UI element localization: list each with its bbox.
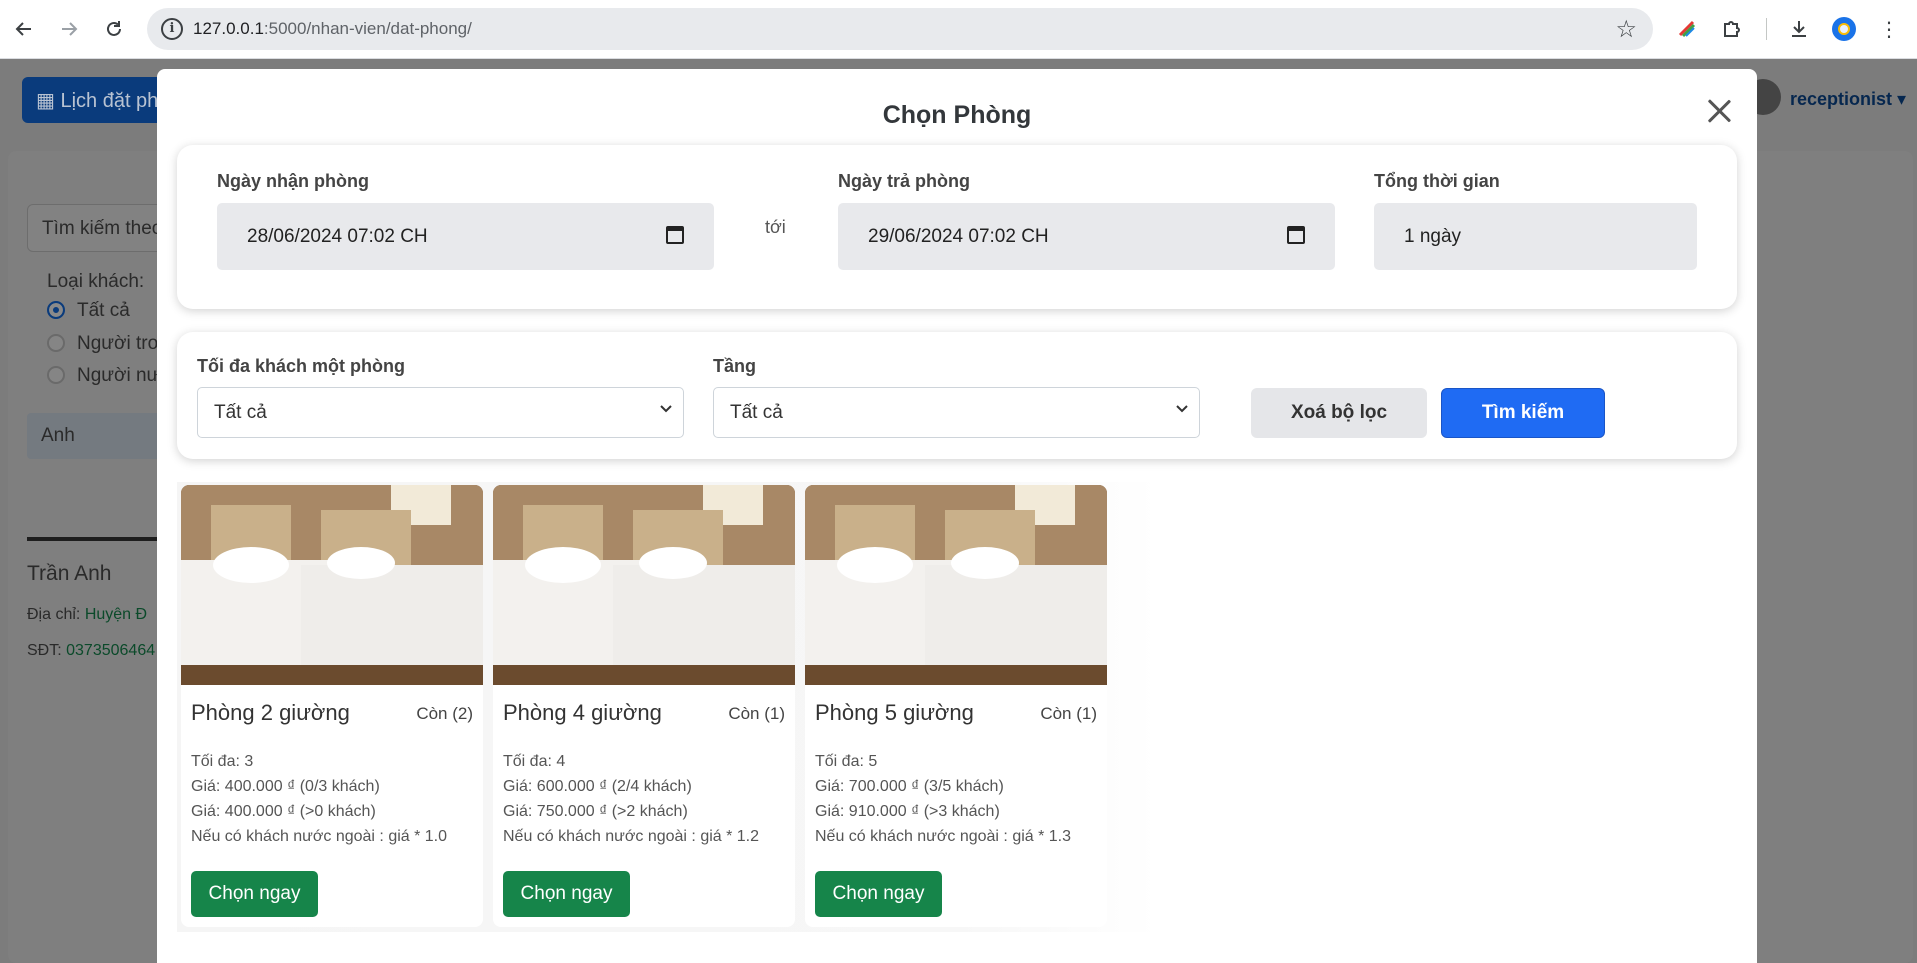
address-bar[interactable]: i 127.0.0.1:5000/nhan-vien/dat-phong/ ☆ [147, 8, 1653, 50]
user-menu[interactable]: receptionist ▾ [1790, 89, 1906, 110]
guest-type-radio-foreign[interactable] [47, 366, 65, 384]
room-price: Giá: 700.000 ₫ (3/5 khách) [815, 778, 1004, 795]
name-input[interactable]: Anh [27, 413, 172, 459]
choose-room-button[interactable]: Chọn ngay [191, 871, 318, 917]
room-price-extra: Giá: 910.000 ₫ (>3 khách) [815, 803, 1000, 820]
room-max-guests: Tối đa: 4 [503, 753, 566, 770]
duration-label: Tổng thời gian [1374, 171, 1500, 191]
close-icon[interactable] [1701, 93, 1737, 129]
choose-room-button[interactable]: Chọn ngay [503, 871, 630, 917]
url-text[interactable]: 127.0.0.1:5000/nhan-vien/dat-phong/ [193, 19, 472, 39]
guest-type-radio-domestic[interactable] [47, 334, 65, 352]
extension-color-icon[interactable] [1672, 14, 1702, 44]
browser-toolbar: i 127.0.0.1:5000/nhan-vien/dat-phong/ ☆ … [0, 0, 1917, 59]
modal-title: Chọn Phòng [882, 101, 1032, 129]
room-photo [493, 485, 795, 685]
guest-type-option: Người nước ngoài [77, 365, 157, 386]
room-price-extra: Giá: 750.000 ₫ (>2 khách) [503, 803, 688, 820]
room-photo [805, 485, 1107, 685]
back-icon[interactable] [7, 12, 41, 46]
choose-room-button[interactable]: Chọn ngay [815, 871, 942, 917]
profile-avatar-icon[interactable] [1829, 14, 1859, 44]
room-max-guests: Tối đa: 5 [815, 753, 878, 770]
room-max-guests: Tối đa: 3 [191, 753, 254, 770]
browser-menu-icon[interactable]: ⋮ [1874, 14, 1904, 44]
to-label: tới [765, 217, 786, 237]
room-foreign-rate: Nếu có khách nước ngoài : giá * 1.2 [503, 828, 760, 845]
room-name: Phòng 2 giường [191, 700, 350, 725]
chevron-down-icon [1175, 401, 1189, 420]
duration-field: 1 ngày [1374, 203, 1697, 270]
max-guests-label: Tối đa khách một phòng [197, 356, 405, 376]
max-guests-select[interactable]: Tất cả [197, 387, 684, 438]
choose-room-modal: Chọn Phòng Ngày nhận phòng 28/06/2024 07… [157, 69, 1757, 963]
customer-name: Trần Anh [27, 562, 112, 585]
site-info-icon[interactable]: i [161, 18, 183, 40]
toolbar-separator [1766, 18, 1767, 40]
room-card: Phòng 5 giường Còn (1) Tối đa: 5 Giá: 70… [805, 485, 1107, 927]
room-list: Phòng 2 giường Còn (2) Tối đa: 3 Giá: 40… [177, 482, 1157, 932]
room-price: Giá: 600.000 ₫ (2/4 khách) [503, 778, 692, 795]
divider [27, 537, 172, 541]
chevron-down-icon [659, 401, 673, 420]
floor-label: Tầng [713, 356, 756, 376]
guest-type-radio-all[interactable] [47, 301, 65, 319]
calendar-icon[interactable] [666, 226, 684, 244]
checkout-date-input[interactable]: 29/06/2024 07:02 CH [838, 203, 1335, 270]
guest-type-label: Loại khách: [47, 271, 145, 292]
search-button[interactable]: Tìm kiếm [1441, 388, 1605, 438]
room-foreign-rate: Nếu có khách nước ngoài : giá * 1.0 [191, 828, 448, 845]
room-price: Giá: 400.000 ₫ (0/3 khách) [191, 778, 380, 795]
reload-icon[interactable] [97, 12, 131, 46]
room-price-extra: Giá: 400.000 ₫ (>0 khách) [191, 803, 376, 820]
room-name: Phòng 5 giường [815, 700, 974, 725]
checkout-label: Ngày trả phòng [838, 171, 971, 191]
background-search-input[interactable]: Tìm kiếm theo [27, 204, 172, 252]
room-card: Phòng 2 giường Còn (2) Tối đa: 3 Giá: 40… [181, 485, 483, 927]
calendar-icon[interactable] [1287, 226, 1305, 244]
checkin-label: Ngày nhận phòng [217, 171, 369, 191]
forward-icon[interactable] [52, 12, 86, 46]
floor-select[interactable]: Tất cả [713, 387, 1200, 438]
checkin-date-input[interactable]: 28/06/2024 07:02 CH [217, 203, 714, 270]
room-name: Phòng 4 giường [503, 700, 662, 725]
bookmark-star-icon[interactable]: ☆ [1615, 15, 1637, 44]
download-icon[interactable] [1784, 14, 1814, 44]
clear-filter-button[interactable]: Xoá bộ lọc [1251, 388, 1427, 438]
filter-section: Tối đa khách một phòng Tất cả Tầng Tất c… [177, 332, 1737, 459]
room-photo [181, 485, 483, 685]
guest-type-option: Người trong nước [77, 333, 157, 354]
room-availability: Còn (2) [416, 704, 473, 723]
date-section: Ngày nhận phòng 28/06/2024 07:02 CH tới … [177, 145, 1737, 309]
room-availability: Còn (1) [1040, 704, 1097, 723]
extensions-puzzle-icon[interactable] [1717, 14, 1747, 44]
customer-phone: SĐT: 0373506464 [27, 642, 156, 659]
guest-type-option: Tất cả [77, 300, 130, 321]
room-card: Phòng 4 giường Còn (1) Tối đa: 4 Giá: 60… [493, 485, 795, 927]
room-availability: Còn (1) [728, 704, 785, 723]
room-foreign-rate: Nếu có khách nước ngoài : giá * 1.3 [815, 828, 1072, 845]
customer-address: Địa chỉ: Huyện Đ [27, 606, 148, 623]
